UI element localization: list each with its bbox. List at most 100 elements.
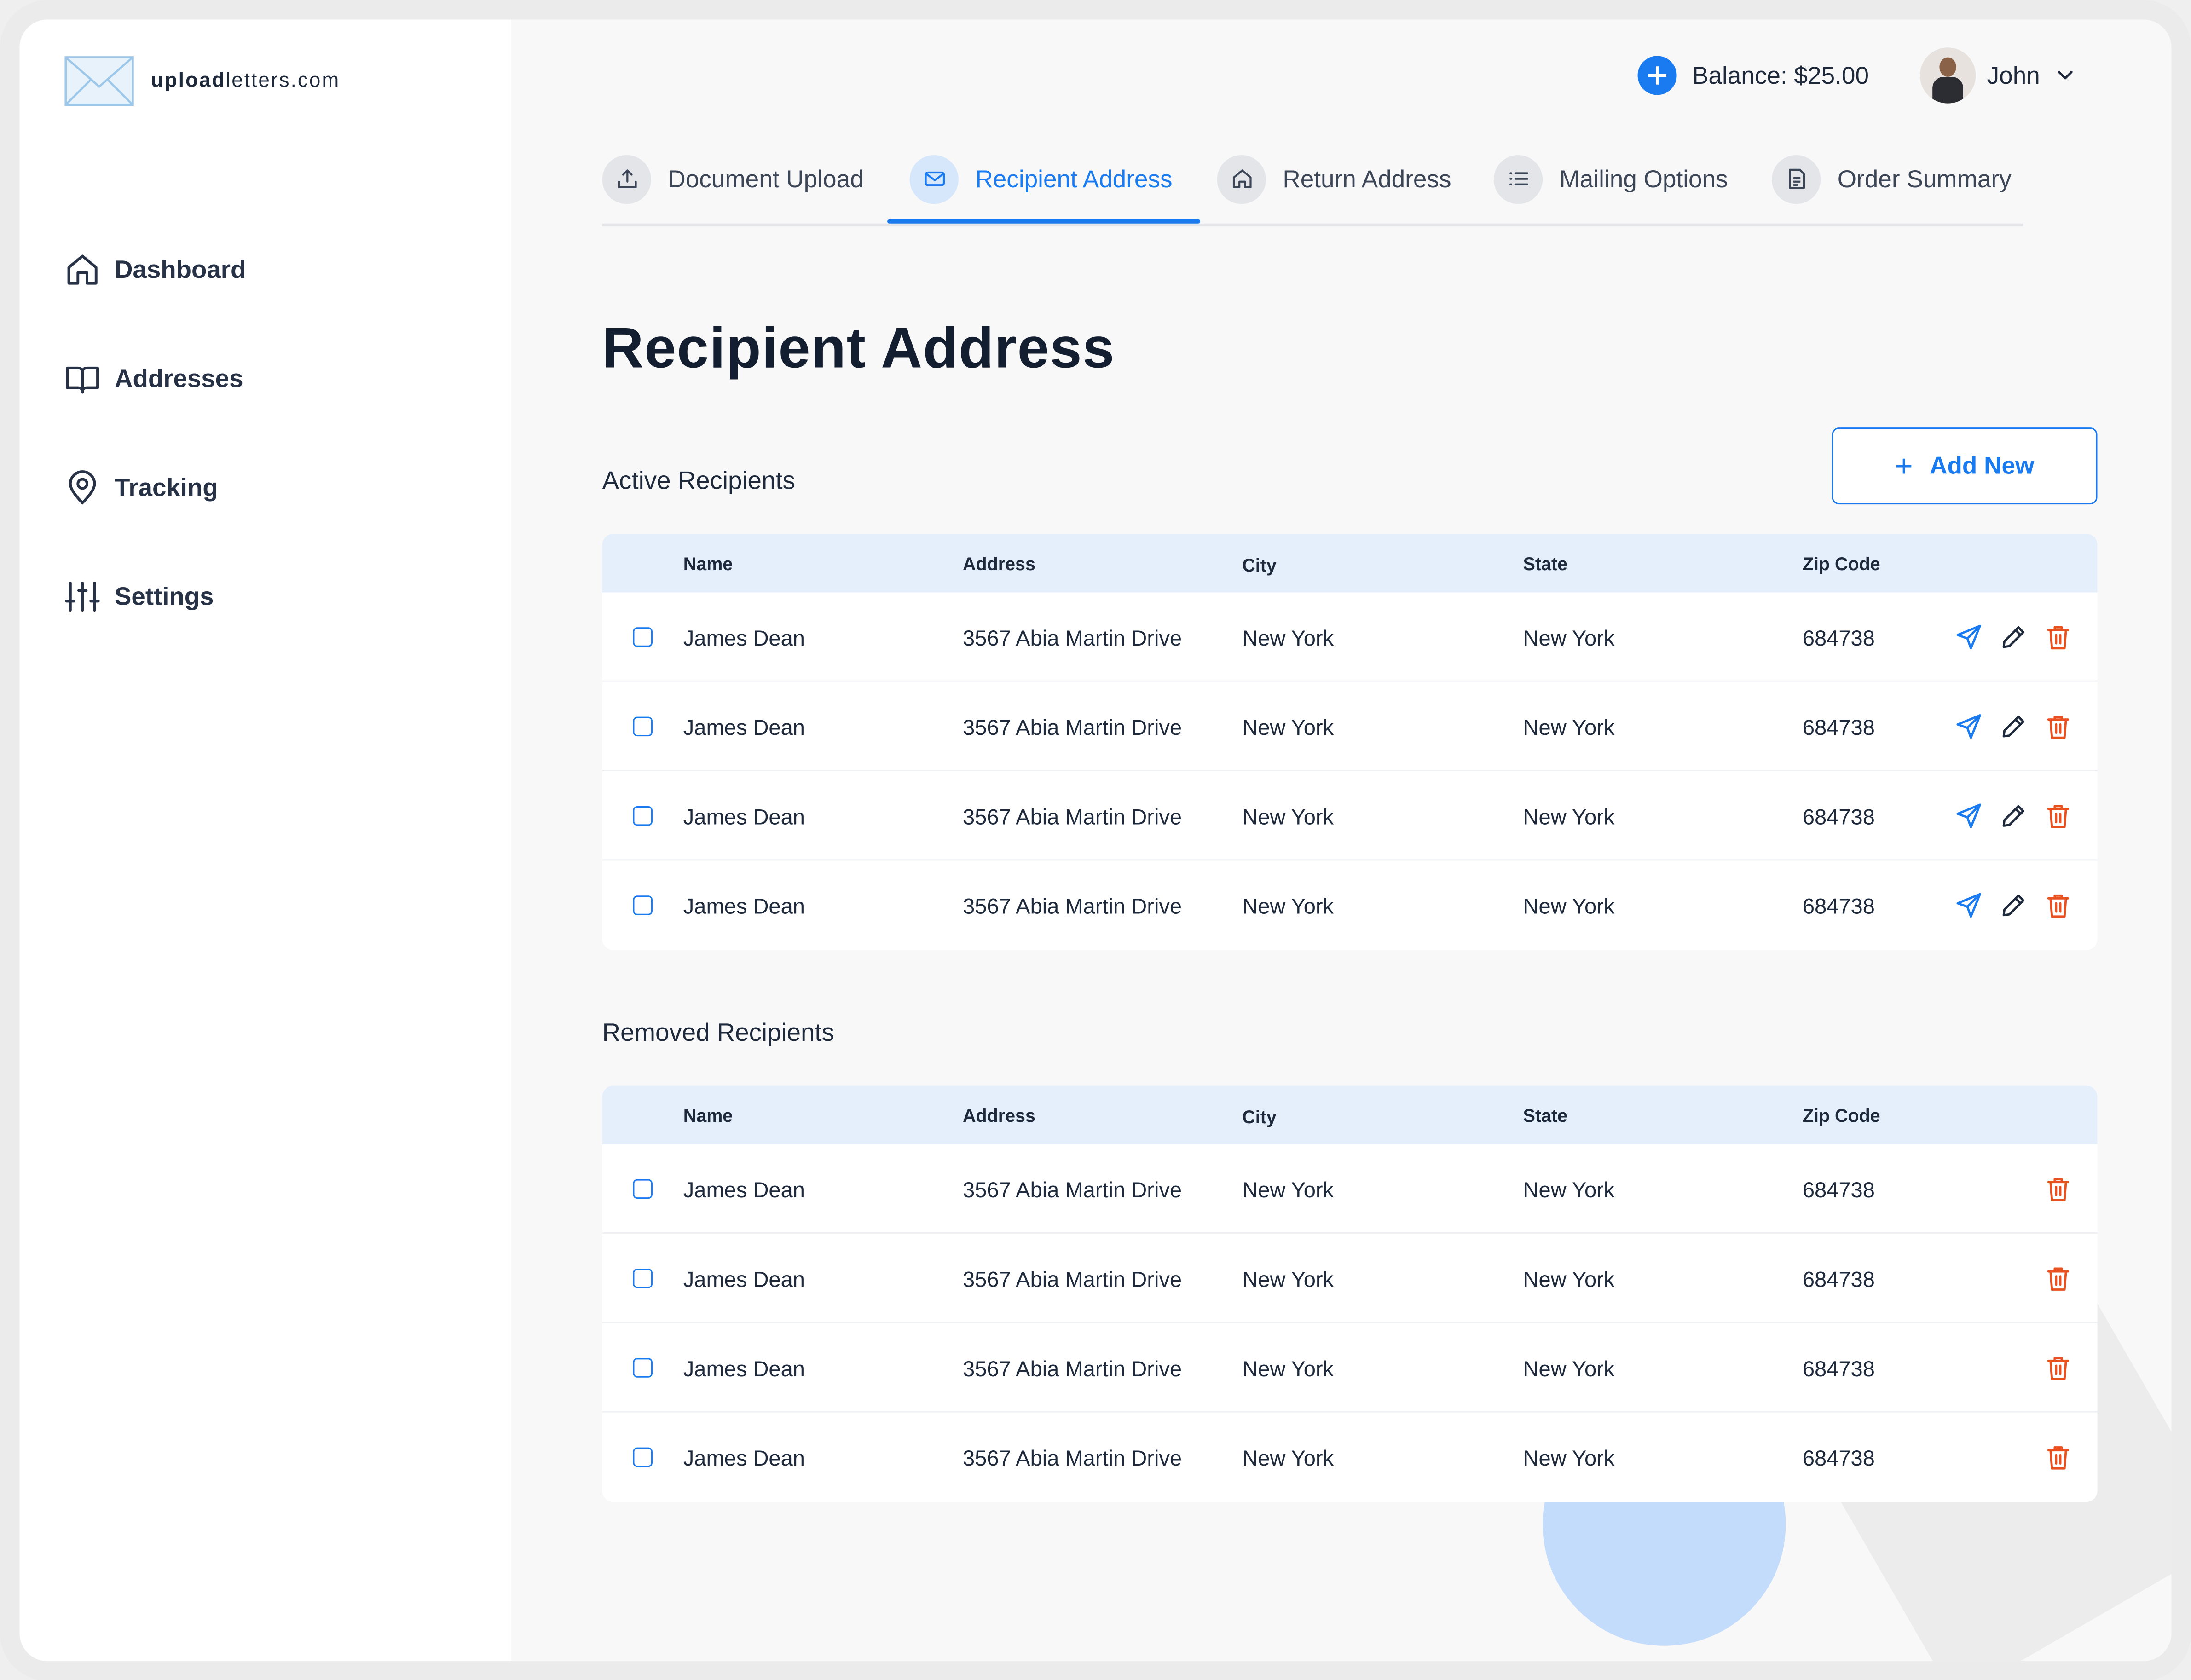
cell-zip: 684738 [1802, 1358, 1875, 1382]
page-title: Recipient Address [602, 316, 1115, 380]
trash-icon[interactable] [2044, 1175, 2072, 1203]
trash-icon[interactable] [2044, 1443, 2072, 1471]
row-checkbox[interactable] [633, 895, 653, 915]
sliders-icon [65, 581, 100, 612]
row-checkbox[interactable] [633, 627, 653, 647]
removed-recipients-table: Name Address City State Zip Code James D… [602, 1085, 2098, 1502]
cell-name: James Dean [683, 716, 805, 741]
cell-city: New York [1242, 1447, 1334, 1472]
tab-return-address[interactable]: Return Address [1217, 154, 1451, 204]
cell-address: 3567 Abia Martin Drive [963, 806, 1182, 830]
column-header-city: City [1242, 1106, 1277, 1128]
table-row: James Dean 3567 Abia Martin Drive New York… [602, 1323, 2098, 1413]
column-header-name: Name [683, 553, 733, 574]
cell-state: New York [1523, 716, 1615, 741]
brand-name-rest: letters.com [225, 69, 341, 92]
send-icon[interactable] [1955, 623, 1983, 651]
send-icon[interactable] [1955, 891, 1983, 919]
removed-recipients-title: Removed Recipients [602, 1018, 834, 1047]
cell-state: New York [1523, 806, 1615, 830]
table-row: James Dean 3567 Abia Martin Drive New York… [602, 1144, 2098, 1234]
location-pin-icon [69, 470, 96, 505]
send-icon[interactable] [1955, 802, 1983, 830]
table-header: Name Address City State Zip Code [602, 533, 2098, 593]
cell-city: New York [1242, 1358, 1334, 1382]
tab-label: Document Upload [668, 164, 864, 192]
row-checkbox[interactable] [633, 1358, 653, 1378]
trash-icon[interactable] [2044, 891, 2072, 919]
table-row: James Dean 3567 Abia Martin Drive New York… [602, 771, 2098, 861]
sidebar-item-settings[interactable]: Settings [64, 577, 246, 616]
cell-address: 3567 Abia Martin Drive [963, 1447, 1182, 1472]
cell-address: 3567 Abia Martin Drive [963, 1358, 1182, 1382]
sidebar-item-dashboard[interactable]: Dashboard [64, 250, 246, 289]
cell-state: New York [1523, 1179, 1615, 1203]
row-checkbox[interactable] [633, 1179, 653, 1199]
sidebar-item-label: Tracking [114, 473, 218, 501]
cell-state: New York [1523, 627, 1615, 651]
plus-icon: + [1895, 448, 1913, 483]
balance-button[interactable]: Balance: $25.00 [1637, 56, 1869, 95]
cell-address: 3567 Abia Martin Drive [963, 1179, 1182, 1203]
cell-zip: 684738 [1802, 627, 1875, 651]
tab-order-summary[interactable]: Order Summary [1772, 154, 2012, 204]
table-row: James Dean 3567 Abia Martin Drive New York… [602, 1234, 2098, 1323]
edit-pencil-icon[interactable] [2000, 623, 2028, 651]
trash-icon[interactable] [2044, 713, 2072, 741]
table-row: James Dean 3567 Abia Martin Drive New York… [602, 1413, 2098, 1502]
cell-name: James Dean [683, 1358, 805, 1382]
sidebar: uploadletters.com Dashboard Addresses Tr… [19, 19, 512, 1662]
list-icon [1509, 172, 1528, 185]
column-header-address: Address [963, 553, 1035, 574]
edit-pencil-icon[interactable] [2000, 891, 2028, 919]
trash-icon[interactable] [2044, 1354, 2072, 1382]
edit-pencil-icon[interactable] [2000, 802, 2028, 830]
add-new-button[interactable]: + Add New [1832, 427, 2098, 505]
cell-address: 3567 Abia Martin Drive [963, 1268, 1182, 1293]
logo[interactable]: uploadletters.com [64, 56, 341, 106]
sidebar-item-addresses[interactable]: Addresses [64, 359, 246, 398]
upload-icon [617, 169, 636, 188]
row-checkbox[interactable] [633, 716, 653, 737]
brand-name-bold: upload [150, 69, 226, 92]
active-recipients-title: Active Recipients [602, 467, 795, 495]
tab-mailing-options[interactable]: Mailing Options [1493, 154, 1728, 204]
table-row: James Dean 3567 Abia Martin Drive New York… [602, 682, 2098, 772]
row-checkbox[interactable] [633, 1268, 653, 1288]
edit-pencil-icon[interactable] [2000, 713, 2028, 741]
row-checkbox[interactable] [633, 806, 653, 826]
chevron-down-icon [2058, 70, 2073, 80]
cell-name: James Dean [683, 806, 805, 830]
column-header-zip: Zip Code [1802, 553, 1880, 574]
trash-icon[interactable] [2044, 1264, 2072, 1293]
cell-state: New York [1523, 1358, 1615, 1382]
cell-zip: 684738 [1802, 806, 1875, 830]
cell-zip: 684738 [1802, 716, 1875, 741]
book-icon [66, 366, 99, 394]
brand-name: uploadletters.com [151, 70, 340, 92]
sidebar-item-label: Settings [114, 582, 214, 610]
cell-state: New York [1523, 1268, 1615, 1293]
avatar [1919, 47, 1976, 104]
tab-document-upload[interactable]: Document Upload [602, 154, 864, 204]
row-checkbox[interactable] [633, 1447, 653, 1467]
cell-state: New York [1523, 1447, 1615, 1472]
tab-recipient-address[interactable]: Recipient Address [909, 154, 1173, 204]
cell-address: 3567 Abia Martin Drive [963, 627, 1182, 651]
cell-zip: 684738 [1802, 1447, 1875, 1472]
sidebar-item-tracking[interactable]: Tracking [64, 468, 246, 507]
tab-label: Mailing Options [1559, 164, 1728, 192]
cell-name: James Dean [683, 627, 805, 651]
send-icon[interactable] [1955, 713, 1983, 741]
active-recipients-table: Name Address City State Zip Code James D… [602, 533, 2098, 950]
cell-state: New York [1523, 895, 1615, 919]
column-header-city: City [1242, 554, 1277, 576]
column-header-state: State [1523, 553, 1568, 574]
cell-name: James Dean [683, 895, 805, 919]
cell-address: 3567 Abia Martin Drive [963, 895, 1182, 919]
envelope-logo-icon [64, 56, 134, 106]
cell-zip: 684738 [1802, 1268, 1875, 1293]
user-menu[interactable]: John [1919, 47, 2074, 104]
trash-icon[interactable] [2044, 623, 2072, 651]
trash-icon[interactable] [2044, 802, 2072, 830]
